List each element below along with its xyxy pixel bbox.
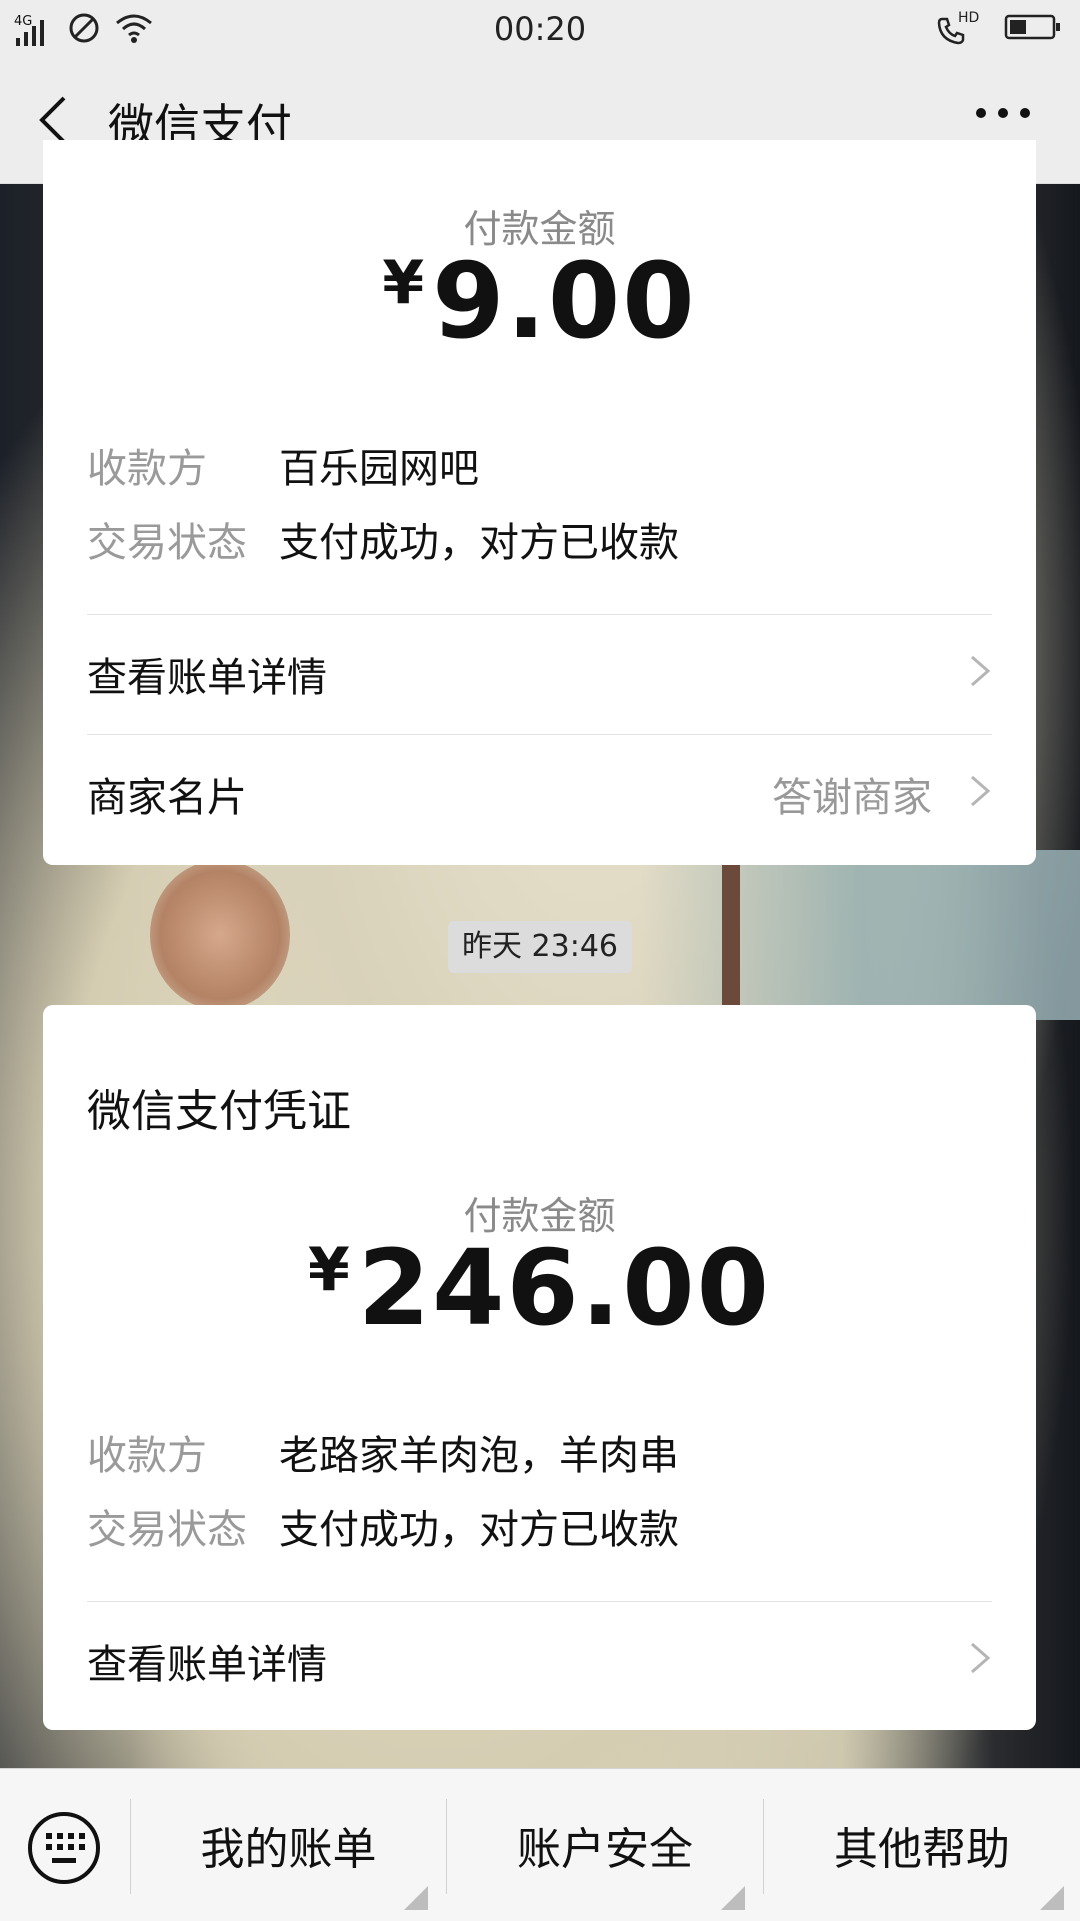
menu-label: 我的账单 xyxy=(200,1824,377,1875)
payee-value: 老路家羊肉泡，羊肉串 xyxy=(279,1433,679,1479)
amount-value: 246.00 xyxy=(357,1227,772,1349)
payee-value: 百乐园网吧 xyxy=(279,446,479,492)
menu-label: 其他帮助 xyxy=(834,1824,1010,1875)
payee-label: 收款方 xyxy=(87,446,207,492)
submenu-indicator-icon xyxy=(721,1886,745,1910)
merchant-card-label: 商家名片 xyxy=(87,775,247,821)
status-label: 交易状态 xyxy=(87,520,247,566)
bill-detail-row[interactable]: 查看账单详情 xyxy=(87,615,992,725)
status-bar: 4G 00:20 HD xyxy=(0,0,1080,58)
more-icon[interactable] xyxy=(976,108,1030,118)
menu-label: 账户安全 xyxy=(517,1824,693,1875)
submenu-indicator-icon xyxy=(404,1886,428,1910)
card-title: 微信支付凭证 xyxy=(87,1086,351,1137)
thank-merchant-label: 答谢商家 xyxy=(772,775,932,821)
background-photo-detail xyxy=(722,860,740,1020)
currency-symbol: ¥ xyxy=(382,248,427,318)
submenu-indicator-icon xyxy=(1040,1886,1064,1910)
keyboard-icon[interactable] xyxy=(28,1812,100,1884)
chevron-right-icon xyxy=(971,1642,991,1674)
status-value: 支付成功，对方已收款 xyxy=(279,1507,679,1553)
chevron-right-icon xyxy=(971,655,991,687)
battery-icon xyxy=(1004,13,1062,45)
menu-other-help[interactable]: 其他帮助 xyxy=(764,1769,1080,1921)
amount-value: 9.00 xyxy=(432,240,697,362)
payment-amount: ¥9.00 xyxy=(43,240,1036,362)
background-photo-detail xyxy=(150,860,290,1010)
merchant-card-row[interactable]: 商家名片 答谢商家 xyxy=(87,735,992,845)
background-photo-detail xyxy=(640,850,1080,1020)
bottom-menu-bar: 我的账单 账户安全 其他帮助 xyxy=(0,1768,1080,1921)
bill-detail-label: 查看账单详情 xyxy=(87,655,327,701)
bill-detail-label: 查看账单详情 xyxy=(87,1642,327,1688)
status-time: 00:20 xyxy=(493,10,587,48)
bill-detail-row[interactable]: 查看账单详情 xyxy=(87,1602,992,1712)
payment-amount: ¥246.00 xyxy=(43,1227,1036,1349)
hd-call-icon: HD xyxy=(936,10,982,46)
status-icons-right: HD xyxy=(936,10,1062,46)
menu-account-security[interactable]: 账户安全 xyxy=(447,1769,763,1921)
message-timestamp: 昨天 23:46 xyxy=(448,921,632,973)
payment-card: 付款金额 ¥9.00 收款方 百乐园网吧 交易状态 支付成功，对方已收款 查看账… xyxy=(43,140,1036,865)
status-label: 交易状态 xyxy=(87,1507,247,1553)
chevron-right-icon xyxy=(971,775,991,807)
currency-symbol: ¥ xyxy=(307,1235,352,1305)
payment-card: 微信支付凭证 付款金额 ¥246.00 收款方 老路家羊肉泡，羊肉串 交易状态 … xyxy=(43,1005,1036,1730)
status-value: 支付成功，对方已收款 xyxy=(279,520,679,566)
menu-my-bills[interactable]: 我的账单 xyxy=(131,1769,446,1921)
hd-label: HD xyxy=(958,10,980,26)
payee-label: 收款方 xyxy=(87,1433,207,1479)
back-arrow-icon[interactable] xyxy=(34,94,74,146)
